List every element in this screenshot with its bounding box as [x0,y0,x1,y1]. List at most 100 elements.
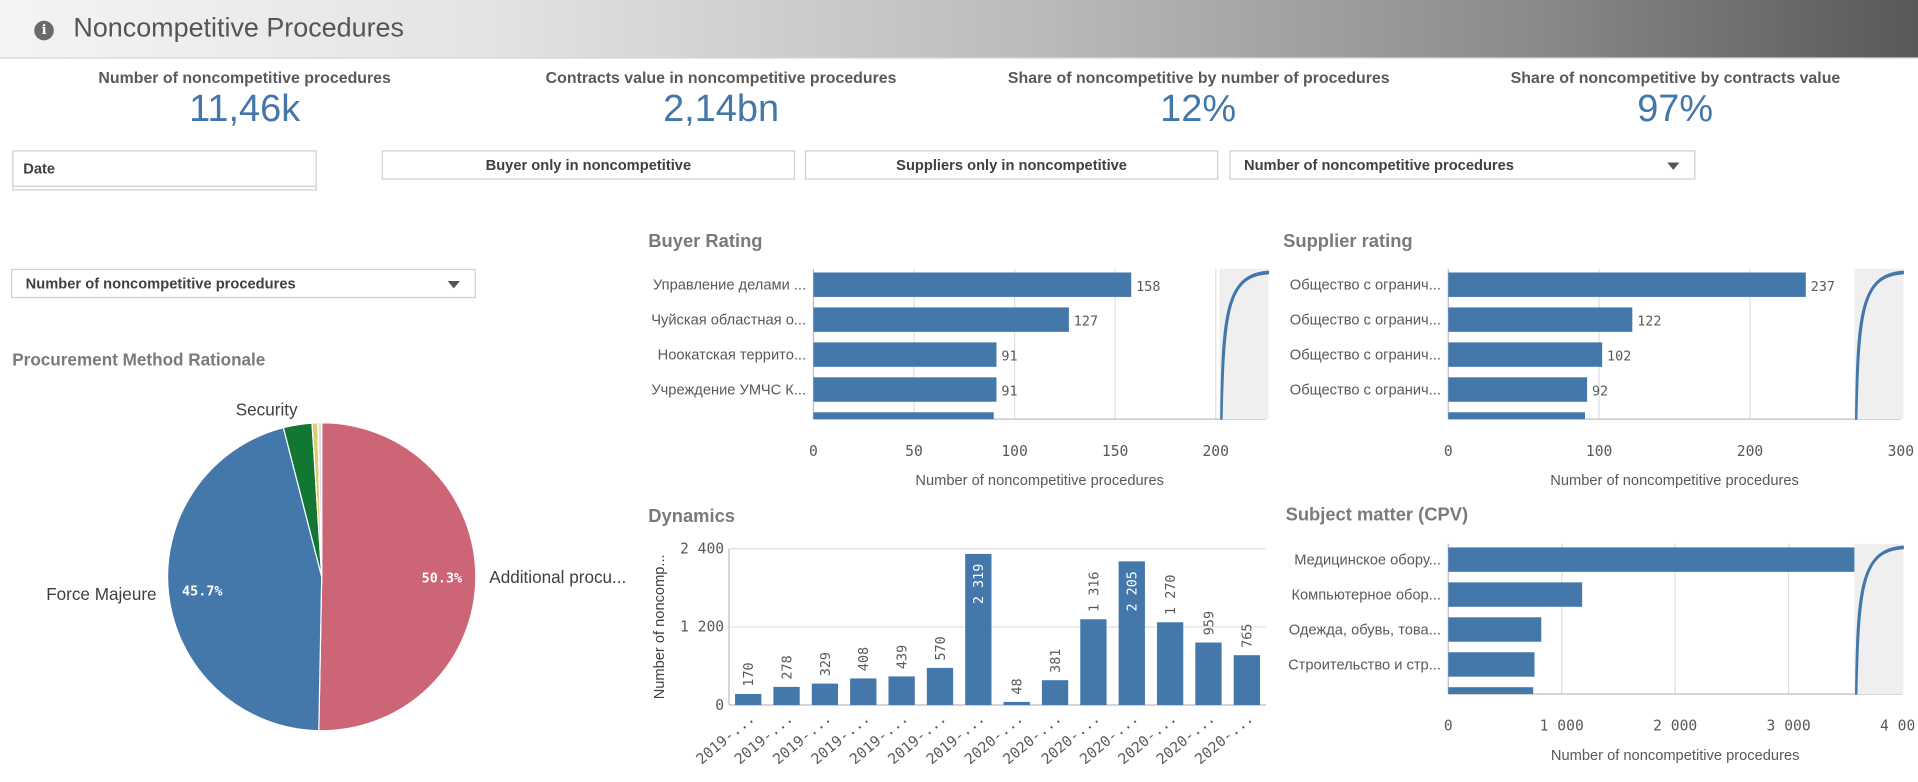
kpi-share-value-number: 97% [1637,86,1714,130]
y-tick-label: 1 200 [680,619,724,636]
category-label: Общество с огранич... [1290,347,1441,363]
x-tick-label: 4 000 [1880,718,1914,735]
data-label: 91 [1001,350,1017,365]
x-tick-label: 0 [1444,718,1453,735]
pie-category-label: Force Majeure [46,585,156,604]
y-tick-label: 2 400 [680,541,724,558]
measure-select-value: Number of noncompetitive procedures [1243,156,1514,174]
category-label: Общество с огранич... [1290,313,1441,329]
category-label: Общество с огранич... [1290,382,1441,398]
rationale-pie-chart[interactable]: 50.3% Additional procu... 45.7% Force Majeu… [0,385,642,752]
bar [1195,642,1222,706]
y-tick-label: 0 [715,697,724,714]
bar [1448,652,1535,677]
x-tick-label: 2 000 [1653,718,1697,735]
dynamics-chart[interactable]: 01 2002 4001702019-...2782019-...3292019… [642,532,1278,776]
data-label: 170 [742,662,757,686]
data-label: 765 [1241,624,1256,648]
chevron-down-icon [447,281,460,289]
measure-select-left-value: Number of noncompetitive procedures [25,274,296,293]
category-label: Управление делами ... [653,278,806,294]
bar [1448,377,1588,402]
kpi-share-count-value: 12% [1160,86,1237,130]
x-axis-title: Number of noncompetitive procedures [1551,748,1800,764]
x-tick-label: 200 [1202,443,1228,460]
bar [850,678,877,706]
bar [1156,622,1184,706]
bar [813,272,1132,297]
bar-partial [1448,412,1585,420]
data-label: 48 [1011,678,1026,694]
x-tick-label: 100 [1586,443,1612,460]
data-label: 408 [857,647,872,671]
bar [1448,307,1633,332]
dynamics-title: Dynamics [648,505,735,527]
buyer-only-button[interactable]: Buyer only in noncompetitive [381,150,796,180]
bar [1448,547,1859,572]
category-label: Учреждение УМЧС К... [651,382,806,398]
dashboard: i Noncompetitive Procedures Number of no… [0,0,1918,782]
data-label: 102 [1607,350,1631,365]
kpi-contracts-label: Contracts value in noncompetitive proced… [545,68,897,87]
x-tick-label: 150 [1102,443,1128,460]
bar [1041,680,1069,706]
data-label: 127 [1074,315,1098,330]
bar [813,307,1069,332]
measure-select[interactable]: Number of noncompetitive procedures [1229,150,1696,180]
supplier-rating-chart[interactable]: 0 100 200 300 Общество с огранич... 237 Общест… [1278,257,1914,501]
data-label: 278 [780,655,795,679]
pie-category-label: Security [236,400,298,419]
x-axis-title: Number of noncompetitive procedures [1550,473,1799,489]
buyer-rating-title: Buyer Rating [648,230,763,252]
kpi-share-value: Share of noncompetitive by contracts val… [1510,68,1841,130]
scroll-minimap [1219,268,1269,420]
x-tick-label: 0 [1444,443,1453,460]
data-label: 1 316 [1087,572,1102,612]
x-tick-label: 1 000 [1540,718,1584,735]
bar [735,693,762,706]
category-label: Чуйская областная о... [651,313,806,329]
kpi-contracts-value-number: 2,14bn [663,86,780,130]
pie-value-label: 50.3% [422,572,462,587]
x-tick-label: 100 [1001,443,1027,460]
data-label: 122 [1637,315,1661,330]
buyer-rating-chart[interactable]: 0 50 100 150 200 Управление делами ... 158 Чуйс… [642,257,1278,501]
cpv-title: Subject matter (CPV) [1285,504,1469,526]
info-icon[interactable]: i [34,20,54,41]
category-label: Общество с огранич... [1290,278,1441,294]
page-title: Noncompetitive Procedures [73,12,404,43]
category-label: Одежда, обувь, това... [1289,622,1441,638]
bar [926,667,954,706]
bar [811,683,839,706]
bar [773,686,800,706]
kpi-contracts-value: Contracts value in noncompetitive proced… [546,68,897,129]
bar-partial [1448,687,1534,695]
data-label: 91 [1001,385,1017,400]
bar-partial [813,412,994,420]
bar [813,377,997,402]
kpi-share-count: Share of noncompetitive by number of pro… [1007,68,1390,130]
date-filter-divider [13,185,316,187]
bar [1448,582,1583,607]
x-tick-label: 200 [1737,443,1763,460]
data-label: 158 [1136,280,1160,295]
kpi-share-value-label: Share of noncompetitive by contracts val… [1510,68,1841,87]
cpv-chart[interactable]: 0 1 000 2 000 3 000 4 000 Медицинское обору..… [1278,532,1914,776]
data-label: 570 [934,636,949,660]
pie-value-label: 45.7% [182,585,222,600]
x-tick-label: 300 [1888,443,1914,460]
data-label: 329 [819,652,834,676]
category-label: Ноокатская террито... [658,347,806,363]
x-tick-label: 0 [809,443,818,460]
pie-category-label: Additional procu... [489,568,626,587]
suppliers-only-button[interactable]: Suppliers only in noncompetitive [804,150,1219,180]
scroll-minimap [1854,268,1904,420]
measure-select-left[interactable]: Number of noncompetitive procedures [11,268,476,299]
date-filter-label: Date [23,160,56,178]
kpi-share-count-label: Share of noncompetitive by number of pro… [1007,68,1390,87]
date-filter[interactable]: Date [12,150,317,191]
category-label: Строительство и стр... [1288,657,1441,673]
category-label: Медицинское обору... [1294,553,1441,569]
bar [1448,617,1542,642]
data-label: 237 [1811,280,1835,295]
